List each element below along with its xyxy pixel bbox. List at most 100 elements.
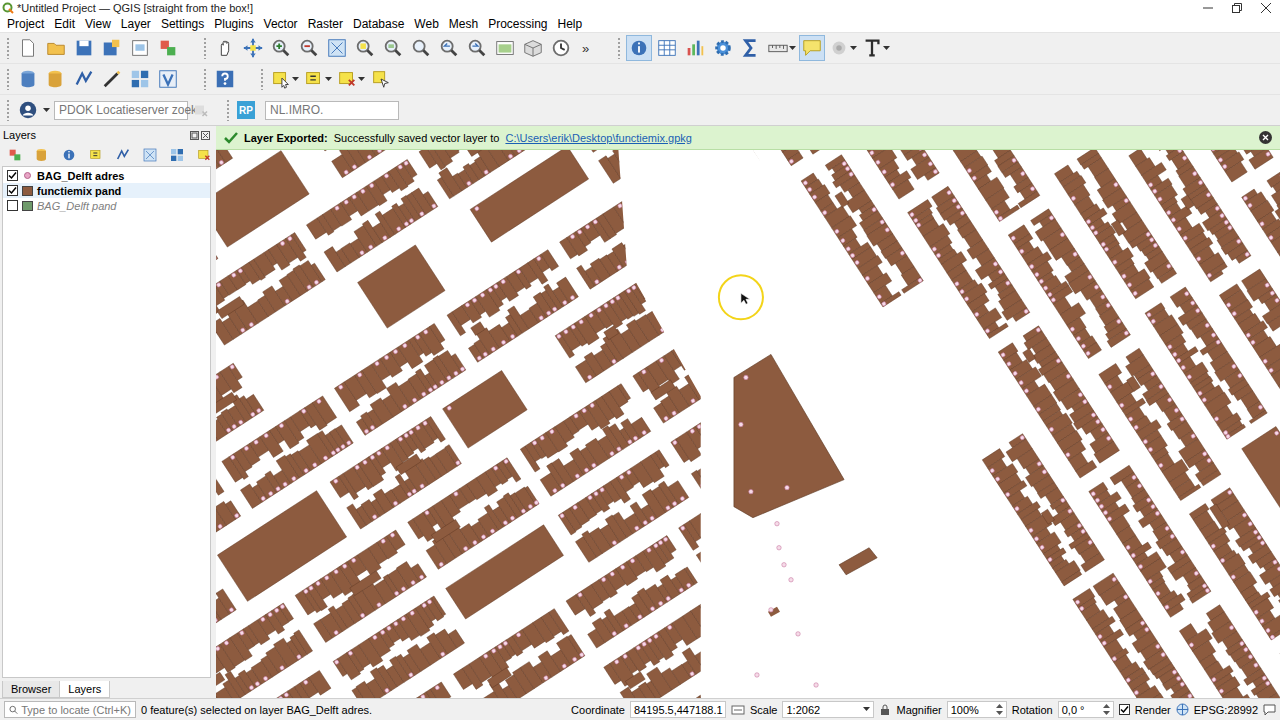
rp-button[interactable]: RP bbox=[237, 101, 255, 119]
close-button[interactable] bbox=[1251, 0, 1280, 16]
layer-row[interactable]: functiemix pand bbox=[3, 183, 210, 198]
select-expr-button[interactable] bbox=[83, 142, 109, 168]
float-icon[interactable] bbox=[190, 131, 199, 140]
map-canvas[interactable] bbox=[216, 126, 1280, 698]
select-button[interactable] bbox=[269, 66, 300, 92]
open-button[interactable] bbox=[43, 35, 69, 61]
toolbar-grip[interactable] bbox=[6, 37, 10, 59]
dropdown-icon[interactable] bbox=[850, 46, 857, 51]
annotation-button[interactable] bbox=[827, 35, 858, 61]
panel-tab[interactable]: Browser bbox=[2, 681, 60, 698]
menu-item[interactable]: View bbox=[80, 17, 116, 32]
restore-button[interactable] bbox=[1222, 0, 1251, 16]
text-button[interactable] bbox=[860, 35, 891, 61]
layer-checkbox[interactable] bbox=[7, 170, 18, 181]
style-button[interactable] bbox=[2, 142, 28, 168]
dropdown-icon[interactable] bbox=[883, 46, 890, 51]
zoom-full-button[interactable] bbox=[324, 35, 350, 61]
zoom-full-button[interactable] bbox=[137, 142, 163, 168]
dropdown-icon[interactable] bbox=[292, 77, 299, 82]
toolbar-grip[interactable] bbox=[226, 99, 230, 121]
imro-field[interactable]: NL.IMRO. bbox=[265, 101, 399, 120]
raster-button[interactable] bbox=[164, 142, 190, 168]
stats-button[interactable] bbox=[682, 35, 708, 61]
dropdown-arrow[interactable] bbox=[358, 77, 365, 82]
dropdown-arrow[interactable] bbox=[325, 77, 332, 82]
digitize-button[interactable] bbox=[99, 66, 125, 92]
zoom-next-button[interactable] bbox=[464, 35, 490, 61]
map-3d-button[interactable] bbox=[520, 35, 546, 61]
zoom-last-button[interactable] bbox=[436, 35, 462, 61]
vector-button[interactable] bbox=[110, 142, 136, 168]
menu-item[interactable]: Help bbox=[553, 17, 588, 32]
clear-icon[interactable] bbox=[192, 101, 210, 119]
menu-item[interactable]: Raster bbox=[303, 17, 348, 32]
menu-item[interactable]: Vector bbox=[259, 17, 303, 32]
dropdown-icon[interactable] bbox=[43, 108, 50, 113]
save-as-button[interactable] bbox=[99, 35, 125, 61]
dropdown-icon[interactable] bbox=[325, 77, 332, 82]
db-add-button[interactable] bbox=[29, 142, 55, 168]
menu-item[interactable]: Database bbox=[348, 17, 409, 32]
toolbar-overflow[interactable]: » bbox=[576, 41, 595, 56]
toolbar-grip[interactable] bbox=[203, 37, 207, 59]
layer-checkbox[interactable] bbox=[7, 200, 18, 211]
style-button[interactable] bbox=[155, 35, 181, 61]
dropdown-arrow[interactable] bbox=[789, 46, 796, 51]
zoom-layer-button[interactable] bbox=[380, 35, 406, 61]
zoom-selection-button[interactable] bbox=[352, 35, 378, 61]
table-button[interactable] bbox=[654, 35, 680, 61]
zoom-native-button[interactable] bbox=[408, 35, 434, 61]
menu-item[interactable]: Layer bbox=[116, 17, 156, 32]
raster-button[interactable] bbox=[127, 66, 153, 92]
dropdown-icon[interactable] bbox=[789, 46, 796, 51]
vector-button[interactable] bbox=[71, 66, 97, 92]
minimize-button[interactable] bbox=[1193, 0, 1222, 16]
menu-item[interactable]: Mesh bbox=[444, 17, 483, 32]
tips-button[interactable] bbox=[799, 35, 825, 61]
db-add-button[interactable] bbox=[43, 66, 69, 92]
pan-button[interactable] bbox=[212, 35, 238, 61]
new-button[interactable] bbox=[15, 35, 41, 61]
dropdown-icon[interactable] bbox=[358, 77, 365, 82]
db-button[interactable] bbox=[15, 66, 41, 92]
close-icon[interactable] bbox=[201, 131, 210, 140]
pan-selection-button[interactable] bbox=[240, 35, 266, 61]
menu-item[interactable]: Processing bbox=[483, 17, 552, 32]
deselect-button[interactable] bbox=[335, 66, 366, 92]
menu-item[interactable]: Project bbox=[2, 17, 49, 32]
toolbar-grip[interactable] bbox=[260, 68, 264, 90]
map-view-button[interactable] bbox=[492, 35, 518, 61]
select-pointer-button[interactable] bbox=[368, 66, 394, 92]
toolbar-grip[interactable] bbox=[617, 37, 621, 59]
layer-row[interactable]: BAG_Delft pand bbox=[3, 198, 210, 213]
menu-item[interactable]: Plugins bbox=[209, 17, 258, 32]
toolbar-grip[interactable] bbox=[6, 99, 10, 121]
locator-search-field[interactable]: PDOK Locatieserver zoek bbox=[54, 101, 188, 120]
zoom-in-button[interactable] bbox=[268, 35, 294, 61]
identify-button[interactable] bbox=[56, 142, 82, 168]
menu-item[interactable]: Settings bbox=[156, 17, 209, 32]
dropdown-arrow[interactable] bbox=[883, 46, 890, 51]
layer-checkbox[interactable] bbox=[7, 185, 18, 196]
dropdown-arrow[interactable] bbox=[292, 77, 299, 82]
identify-button[interactable] bbox=[626, 35, 652, 61]
layer-row[interactable]: BAG_Delft adres bbox=[3, 168, 210, 183]
menu-item[interactable]: Edit bbox=[49, 17, 80, 32]
gear-button[interactable] bbox=[710, 35, 736, 61]
measure-button[interactable] bbox=[766, 35, 797, 61]
locator-icon[interactable] bbox=[17, 99, 39, 121]
panel-tab[interactable]: Layers bbox=[59, 681, 110, 698]
virtual-button[interactable] bbox=[155, 66, 181, 92]
temporal-button[interactable] bbox=[548, 35, 574, 61]
zoom-out-button[interactable] bbox=[296, 35, 322, 61]
help-button[interactable] bbox=[212, 66, 238, 92]
dropdown-arrow[interactable] bbox=[850, 46, 857, 51]
select-expr-button[interactable] bbox=[302, 66, 333, 92]
save-button[interactable] bbox=[71, 35, 97, 61]
toolbar-grip[interactable] bbox=[203, 68, 207, 90]
toolbar-grip[interactable] bbox=[6, 68, 10, 90]
menu-item[interactable]: Web bbox=[409, 17, 443, 32]
layout-button[interactable] bbox=[127, 35, 153, 61]
sum-button[interactable] bbox=[738, 35, 764, 61]
